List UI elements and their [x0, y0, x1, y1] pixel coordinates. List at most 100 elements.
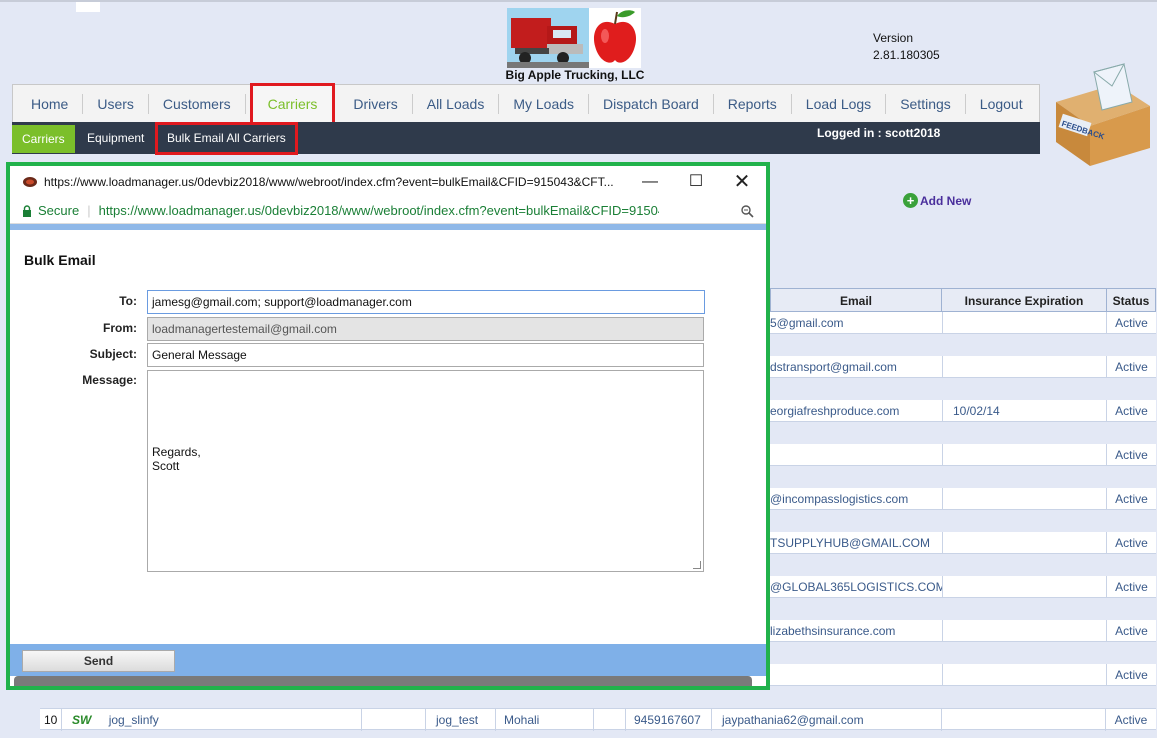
maximize-icon[interactable]: ☐	[686, 172, 706, 192]
subject-field[interactable]: General Message	[147, 343, 704, 367]
table-row[interactable]: lizabethsinsurance.com Active	[770, 620, 1156, 642]
subnav-equipment[interactable]: Equipment	[77, 122, 154, 154]
nav-carriers[interactable]: Carriers	[249, 82, 336, 125]
cell-insurance	[942, 312, 1108, 334]
cell-status: Active	[1106, 356, 1156, 378]
table-row[interactable]: @incompasslogistics.com Active	[770, 488, 1156, 510]
to-field[interactable]: jamesg@gmail.com; support@loadmanager.co…	[147, 290, 705, 314]
to-label: To:	[119, 294, 137, 308]
resize-handle-icon[interactable]	[693, 561, 701, 569]
table-row[interactable]: eorgiafreshproduce.com 10/02/14 Active	[770, 400, 1156, 422]
cell-email	[770, 664, 942, 686]
cell-status: Active	[1106, 576, 1156, 598]
cell-insurance	[942, 488, 1108, 510]
popup-title: https://www.loadmanager.us/0devbiz2018/w…	[44, 175, 614, 189]
site-favicon-icon	[23, 177, 37, 187]
main-nav: Home Users Customers Carriers Drivers Al…	[12, 82, 1040, 125]
nav-load-logs[interactable]: Load Logs	[792, 93, 887, 114]
apple-icon	[589, 8, 641, 68]
sub-nav: Carriers Equipment Bulk Email All Carrie…	[12, 122, 1040, 155]
cell-insurance	[942, 532, 1108, 554]
cell-email: 5@gmail.com	[770, 316, 844, 330]
cell-status: Active	[1106, 620, 1156, 642]
horizontal-scrollbar[interactable]	[14, 676, 752, 686]
cell-email: lizabethsinsurance.com	[770, 624, 896, 638]
logged-in-user: Logged in : scott2018	[817, 126, 941, 140]
add-new-label: Add New	[920, 193, 972, 208]
cell-status: Active	[1114, 713, 1148, 727]
version-number: 2.81.180305	[873, 48, 940, 62]
from-label: From:	[103, 321, 137, 335]
add-new-button[interactable]: + Add New	[903, 193, 971, 208]
nav-logout[interactable]: Logout	[966, 94, 1037, 114]
cell-email: eorgiafreshproduce.com	[770, 404, 900, 418]
feedback-icon[interactable]: FEEDBACK	[1046, 62, 1152, 170]
form-title: Bulk Email	[24, 252, 96, 268]
cell-status: Active	[1106, 488, 1156, 510]
table-row[interactable]: 5@gmail.com Active	[770, 312, 1156, 334]
nav-dispatch-board[interactable]: Dispatch Board	[589, 93, 714, 114]
plus-icon: +	[903, 193, 918, 208]
table-row[interactable]: @GLOBAL365LOGISTICS.COM Active	[770, 576, 1156, 598]
cell-status: Active	[1106, 312, 1156, 334]
nav-reports[interactable]: Reports	[714, 93, 792, 114]
cell-carrier[interactable]: SW jog_slinfy	[62, 709, 362, 731]
popup-accent-bar	[10, 224, 766, 230]
cell-email: TSUPPLYHUB@GMAIL.COM	[770, 536, 930, 550]
cell-insurance	[942, 576, 1108, 598]
minimize-icon[interactable]: —	[640, 172, 660, 192]
secure-label: Secure	[38, 203, 80, 218]
company-name: Big Apple Trucking, LLC	[505, 68, 645, 82]
zoom-icon[interactable]	[740, 204, 754, 218]
cell-email: @incompasslogistics.com	[770, 492, 909, 506]
nav-customers[interactable]: Customers	[149, 93, 246, 114]
cell-status: Active	[1106, 532, 1156, 554]
col-header-email[interactable]: Email	[770, 288, 942, 312]
cell-contact: jog_test	[426, 709, 496, 731]
cell-insurance: 10/02/14	[942, 400, 1108, 422]
popup-titlebar[interactable]: https://www.loadmanager.us/0devbiz2018/w…	[10, 166, 766, 198]
nav-drivers[interactable]: Drivers	[339, 93, 413, 114]
subnav-bulk-email[interactable]: Bulk Email All Carriers	[155, 122, 298, 155]
bulk-email-popup: https://www.loadmanager.us/0devbiz2018/w…	[6, 162, 770, 690]
message-textarea[interactable]: Regards, Scott	[147, 370, 704, 572]
col-header-insurance[interactable]: Insurance Expiration	[941, 288, 1107, 312]
address-bar[interactable]: Secure | https://www.loadmanager.us/0dev…	[10, 198, 766, 224]
table-row[interactable]: Active	[770, 444, 1156, 466]
cell-status: Active	[1106, 400, 1156, 422]
nav-settings[interactable]: Settings	[886, 93, 966, 114]
cell-email	[770, 444, 942, 466]
cell-col3	[362, 709, 426, 731]
truck-icon	[507, 8, 589, 68]
nav-home[interactable]: Home	[17, 93, 84, 114]
popup-url[interactable]: https://www.loadmanager.us/0devbiz2018/w…	[99, 203, 659, 218]
address-separator: |	[87, 203, 91, 218]
from-field[interactable]: loadmanagertestemail@gmail.com	[147, 317, 704, 341]
cell-status: Active	[1106, 664, 1156, 686]
nav-all-loads[interactable]: All Loads	[413, 93, 500, 114]
table-row[interactable]: Active	[770, 664, 1156, 686]
table-row[interactable]: dstransport@gmail.com Active	[770, 356, 1156, 378]
table-row[interactable]: TSUPPLYHUB@GMAIL.COM Active	[770, 532, 1156, 554]
nav-users[interactable]: Users	[83, 93, 149, 114]
version-info: Version 2.81.180305	[873, 30, 940, 64]
send-button[interactable]: Send	[22, 650, 175, 672]
message-text: Regards, Scott	[152, 445, 201, 473]
cell-email: @GLOBAL365LOGISTICS.COM	[770, 580, 942, 594]
close-icon[interactable]: ✕	[732, 172, 752, 192]
cell-city: Mohali	[496, 709, 594, 731]
cell-insurance	[942, 356, 1108, 378]
cell-insurance	[942, 620, 1108, 642]
table-row[interactable]: 10 SW jog_slinfy jog_test Mohali 9459167…	[40, 708, 1156, 731]
cell-phone: 9459167607	[626, 709, 712, 731]
subnav-carriers[interactable]: Carriers	[12, 125, 75, 153]
company-logo[interactable]: Big Apple Trucking, LLC	[505, 6, 645, 82]
cell-insurance	[942, 444, 1108, 466]
cell-col6	[594, 709, 626, 731]
message-label: Message:	[82, 373, 137, 387]
col-header-status[interactable]: Status	[1106, 288, 1156, 312]
carrier-logo: SW	[72, 713, 92, 727]
nav-my-loads[interactable]: My Loads	[499, 93, 590, 114]
popup-footer: Send	[10, 644, 766, 676]
cell-email: jaypathania62@gmail.com	[712, 709, 942, 731]
